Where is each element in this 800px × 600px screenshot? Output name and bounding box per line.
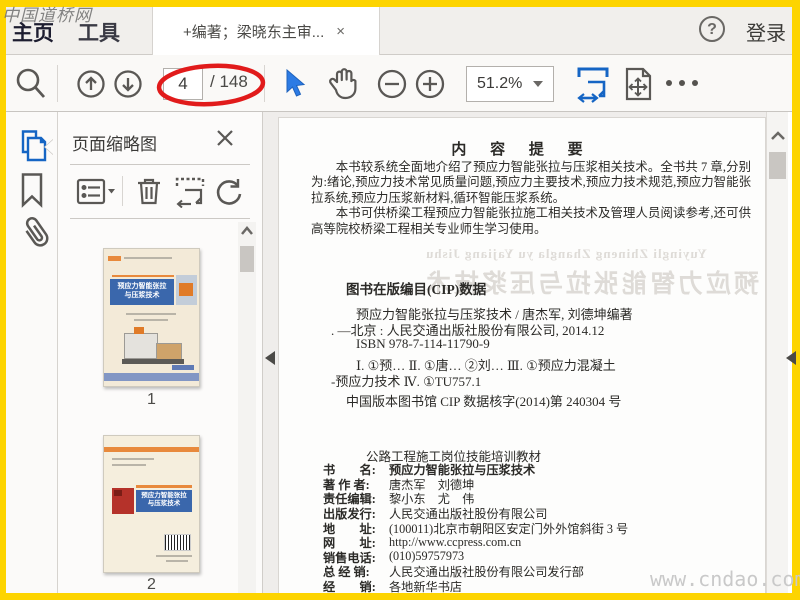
help-icon[interactable]: ? — [699, 16, 725, 42]
pdf-page: Yuyingli Zhineng Zhangla yu Yajiang Jish… — [278, 117, 766, 600]
frame-right — [792, 0, 800, 600]
fit-page-icon[interactable] — [622, 55, 654, 112]
zoom-level-value: 51.2% — [477, 75, 523, 92]
panel-divider — [70, 218, 250, 219]
document-scrollbar[interactable] — [766, 112, 788, 593]
cip-heading: 图书在版编目(CIP)数据 — [346, 282, 487, 297]
panel-toolbar-divider — [122, 176, 123, 206]
bookmarks-panel-icon[interactable] — [19, 172, 45, 208]
publication-info: 书 名: 预应力智能张拉与压浆技术 著 作 者: 唐杰军 刘德坤 责任编辑: 黎小东 … — [323, 462, 753, 600]
summary-paragraph-1: 本书较系统全面地介绍了预应力智能张拉与压浆相关技术。全书共 7 章,分别为:绪论… — [311, 160, 751, 205]
next-page-icon[interactable] — [114, 55, 142, 112]
document-tab[interactable]: +编著；梁晓东主审... × — [152, 7, 380, 55]
login-button[interactable]: 登录 — [746, 17, 786, 46]
tab-tools[interactable]: 工具 — [78, 17, 120, 47]
previous-page-icon[interactable] — [77, 55, 105, 112]
tab-bar: 主页 工具 +编著；梁晓东主审... × ? 登录 — [0, 7, 800, 55]
collapse-panel-handle[interactable] — [265, 351, 275, 365]
document-scrollbar-thumb[interactable] — [769, 152, 786, 179]
hand-tool-icon[interactable] — [328, 55, 360, 112]
document-view: Yuyingli Zhineng Zhangla yu Yajiang Jish… — [263, 112, 766, 600]
toolbar-divider — [264, 65, 265, 102]
panel-divider — [70, 164, 250, 165]
thumbnails-scrollbar[interactable] — [238, 222, 256, 593]
document-tab-title: +编著；梁晓东主审... — [183, 23, 325, 41]
fit-width-icon[interactable] — [576, 55, 610, 112]
collapse-right-handle[interactable] — [786, 351, 796, 365]
toolbar-divider — [57, 65, 58, 102]
classification-line-2: -预应力技术 Ⅳ. ①TU757.1 — [331, 374, 482, 389]
active-panel-notch — [45, 139, 54, 155]
search-icon[interactable] — [14, 55, 48, 112]
delete-page-icon[interactable] — [135, 176, 163, 206]
splice-page-icon[interactable] — [174, 176, 206, 208]
navigation-rail — [6, 112, 58, 593]
close-tab-icon[interactable]: × — [336, 23, 345, 40]
zoom-in-icon[interactable] — [415, 55, 445, 112]
close-panel-icon[interactable] — [215, 128, 235, 148]
main-toolbar: / 148 51.2% — [0, 55, 800, 112]
cover-title-line2: 与压浆技术 — [147, 500, 181, 508]
frame-top — [0, 0, 800, 7]
content-summary-heading: 内 容 提 要 — [451, 142, 593, 158]
cover-title-line1: 预应力智能张拉 — [117, 283, 167, 290]
isbn-line: ISBN 978-7-114-11790-9 — [356, 336, 490, 351]
chevron-down-icon — [533, 81, 543, 87]
zoom-level-dropdown[interactable]: 51.2% — [466, 66, 554, 102]
page-number-input[interactable] — [163, 68, 203, 100]
more-options-icon[interactable] — [666, 80, 698, 86]
cip-number-line: 中国版本图书馆 CIP 数据核字(2014)第 240304 号 — [346, 394, 622, 409]
cover-title-line2: 与压浆技术 — [124, 292, 160, 300]
rotate-page-icon[interactable] — [214, 177, 244, 207]
frame-bottom — [0, 593, 800, 600]
thumbnail-1-label: 1 — [147, 391, 156, 408]
frame-left — [0, 0, 6, 600]
zoom-out-icon[interactable] — [377, 55, 407, 112]
ghost-pinyin-text: Yuyingli Zhineng Zhangla yu Yajiang Jish… — [425, 246, 707, 261]
thumbnail-page-2[interactable]: 预应力智能张拉 与压浆技术 — [103, 435, 200, 573]
thumbnail-options-icon[interactable] — [76, 178, 116, 206]
select-tool-icon[interactable] — [283, 55, 309, 112]
summary-paragraphs: 本书较系统全面地介绍了预应力智能张拉与压浆相关技术。全书共 7 章,分别为:绪论… — [311, 160, 751, 237]
thumbnail-2-label: 2 — [147, 576, 156, 593]
thumbnails-scrollbar-thumb[interactable] — [240, 246, 254, 272]
attachments-panel-icon[interactable] — [19, 214, 53, 254]
summary-paragraph-2: 本书可供桥梁工程预应力智能张拉施工相关技术及管理人员阅读参考,还可供高等院校桥梁… — [311, 206, 751, 236]
panel-toolbar — [58, 172, 263, 212]
page-thumbnails-panel: 页面缩略图 预应力智能张拉 与压浆技术 1 预应力智能张拉 与压浆技术 2 — [58, 112, 263, 593]
pdf-reader-window: 主页 工具 +编著；梁晓东主审... × ? 登录 中国道桥网 / 148 — [0, 0, 800, 600]
thumbnail-page-1[interactable]: 预应力智能张拉 与压浆技术 — [103, 248, 200, 387]
page-total-label: / 148 — [210, 72, 248, 91]
tab-home[interactable]: 主页 — [12, 17, 54, 47]
panel-title: 页面缩略图 — [72, 135, 157, 154]
